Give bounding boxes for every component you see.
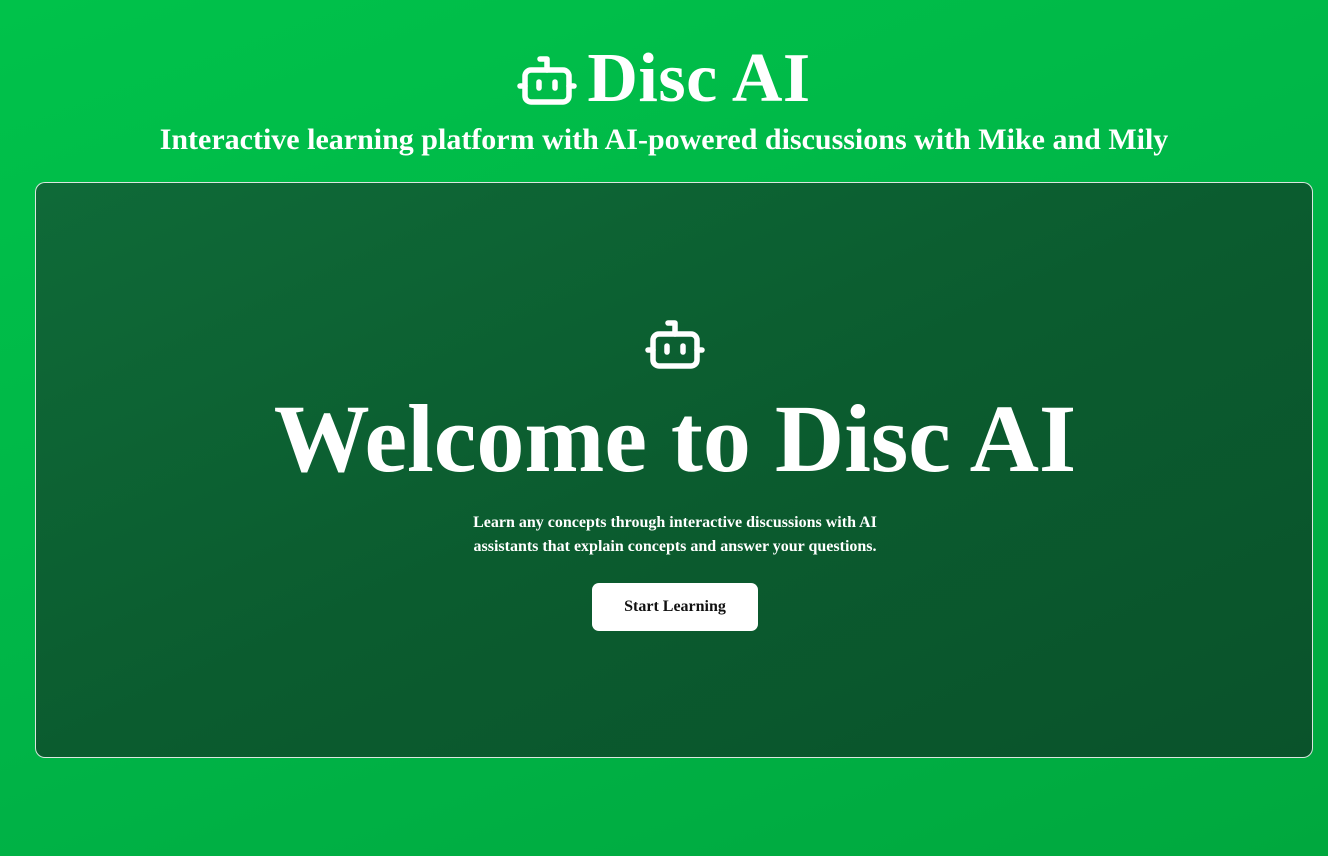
- start-learning-button[interactable]: Start Learning: [592, 583, 758, 631]
- hero-card: Welcome to Disc AI Learn any concepts th…: [35, 182, 1313, 758]
- brand: Disc AI: [0, 38, 1328, 120]
- tagline: Interactive learning platform with AI-po…: [159, 123, 1169, 156]
- app-title: Disc AI: [587, 40, 811, 117]
- robot-icon: [517, 56, 578, 105]
- hero-description: Learn any concepts through interactive d…: [473, 514, 877, 555]
- hero-title: Welcome to Disc AI: [273, 385, 1077, 492]
- robot-icon: [645, 320, 705, 369]
